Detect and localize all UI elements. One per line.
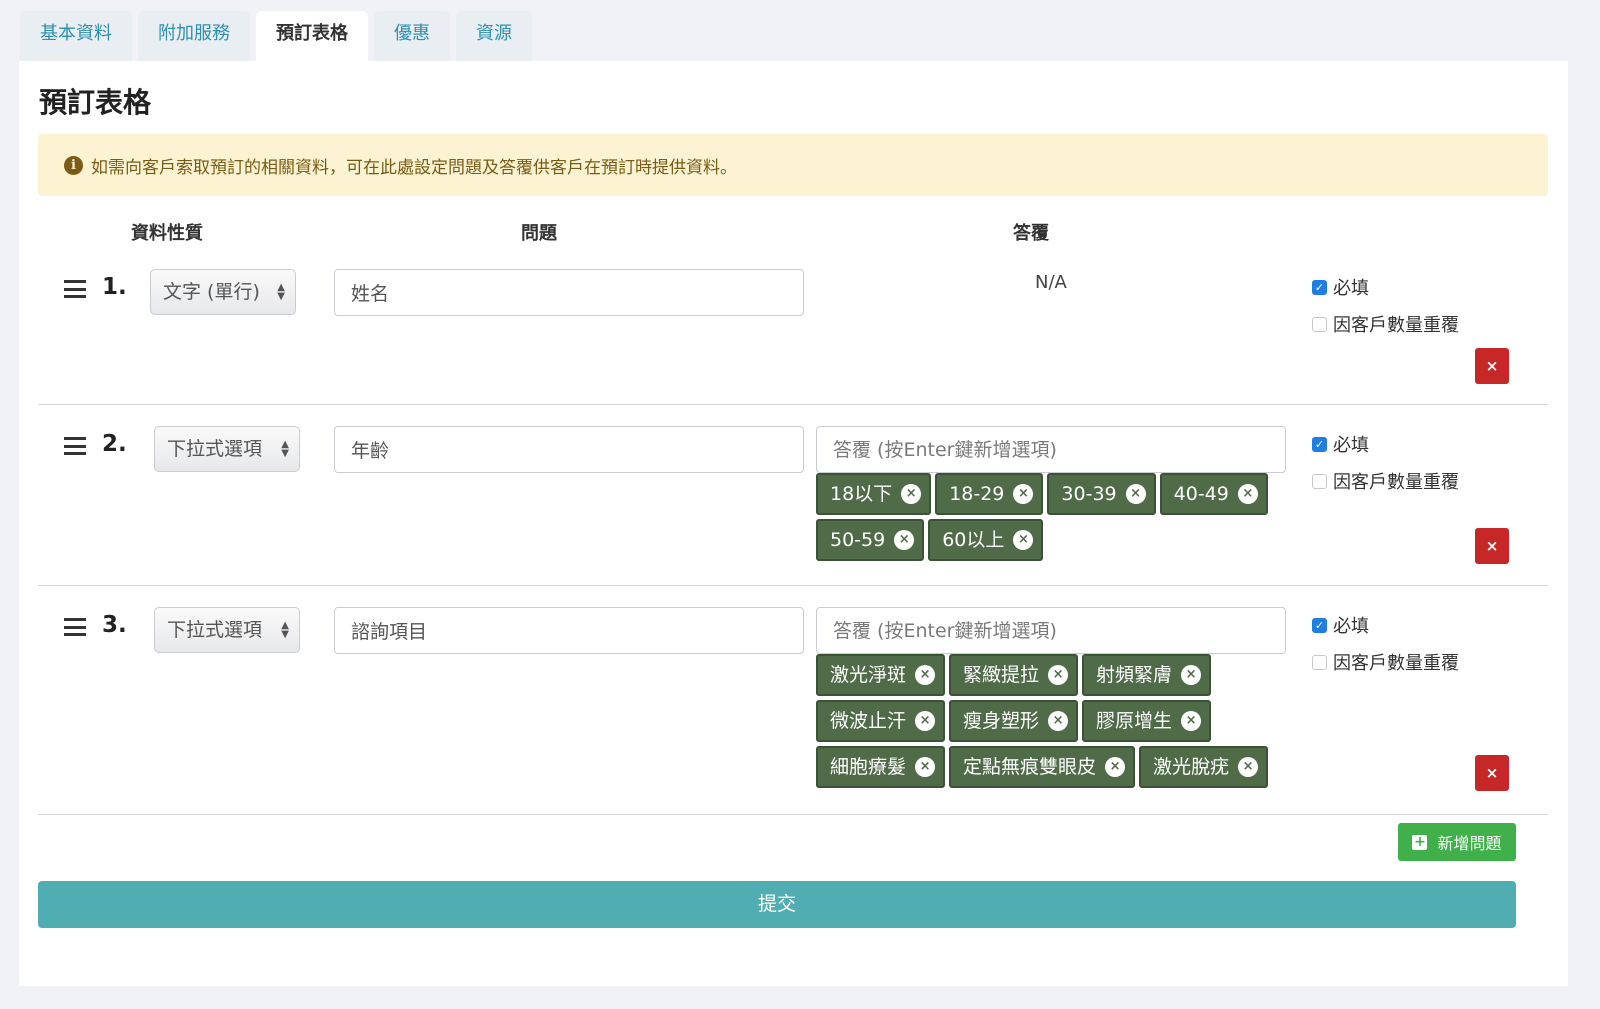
option-tag: 40-49 × xyxy=(1159,473,1268,515)
column-header-answer: 答覆 xyxy=(1013,223,1049,244)
row-number: 2. xyxy=(102,431,127,457)
repeat-label: 因客戶數量重覆 xyxy=(1333,472,1459,493)
tab-resources[interactable]: 資源 xyxy=(456,11,532,61)
checkbox-checked-icon[interactable]: ✓ xyxy=(1312,617,1327,633)
select-arrows-icon: ▲ ▼ xyxy=(277,282,285,302)
answer-input[interactable] xyxy=(816,426,1286,473)
tab-bar: 基本資料 附加服務 預訂表格 優惠 資源 xyxy=(20,11,538,61)
answer-input[interactable] xyxy=(816,607,1286,654)
required-checkbox[interactable]: ✓ 必填 xyxy=(1312,431,1369,457)
select-arrows-icon: ▲ ▼ xyxy=(281,620,289,640)
remove-option-icon[interactable]: × xyxy=(1181,665,1202,685)
remove-option-icon[interactable]: × xyxy=(1181,711,1202,731)
drag-handle-icon[interactable] xyxy=(64,280,86,298)
type-select[interactable]: 下拉式選項 ▲ ▼ xyxy=(154,426,300,472)
question-input[interactable] xyxy=(334,426,804,473)
remove-option-icon[interactable]: × xyxy=(1238,757,1259,777)
tab-offers[interactable]: 優惠 xyxy=(374,11,450,61)
question-input[interactable] xyxy=(334,269,804,316)
option-tag: 18-29 × xyxy=(935,473,1044,515)
required-checkbox[interactable]: ✓ 必填 xyxy=(1312,274,1369,300)
remove-option-icon[interactable]: × xyxy=(1013,484,1034,504)
info-alert: i 如需向客戶索取預訂的相關資料，可在此處設定問題及答覆供客戶在預訂時提供資料。 xyxy=(38,134,1548,196)
drag-handle-icon[interactable] xyxy=(64,437,86,455)
remove-option-icon[interactable]: × xyxy=(1125,484,1146,504)
remove-option-icon[interactable]: × xyxy=(1048,665,1069,685)
required-checkbox[interactable]: ✓ 必填 xyxy=(1312,612,1369,638)
tab-basic-info[interactable]: 基本資料 xyxy=(20,11,132,61)
type-select[interactable]: 下拉式選項 ▲ ▼ xyxy=(154,607,300,653)
tab-add-on-services[interactable]: 附加服務 xyxy=(138,11,250,61)
checkbox-checked-icon[interactable]: ✓ xyxy=(1312,436,1327,452)
delete-question-button[interactable]: × xyxy=(1475,528,1509,564)
type-select-value: 下拉式選項 xyxy=(167,619,263,641)
plus-icon: + xyxy=(1412,833,1428,850)
repeat-label: 因客戶數量重覆 xyxy=(1333,315,1459,336)
option-tag: 激光脫疣 × xyxy=(1139,746,1269,788)
remove-option-icon[interactable]: × xyxy=(915,711,936,731)
remove-option-icon[interactable]: × xyxy=(1048,711,1069,731)
repeat-label: 因客戶數量重覆 xyxy=(1333,653,1459,674)
option-tag: 18以下 × xyxy=(816,473,932,515)
submit-button[interactable]: 提交 xyxy=(38,881,1516,928)
row-number: 1. xyxy=(102,274,127,300)
delete-question-button[interactable]: × xyxy=(1475,755,1509,791)
page-title: 預訂表格 xyxy=(39,86,152,119)
answer-not-applicable: N/A xyxy=(1035,272,1067,293)
question-row-2: 2. 下拉式選項 ▲▼ 18以下× 18-29× 30-39× 40-49× 5… xyxy=(38,405,1548,586)
option-tag: 50-59 × xyxy=(816,519,925,561)
drag-handle-icon[interactable] xyxy=(64,618,86,636)
tab-booking-form[interactable]: 預訂表格 xyxy=(256,11,368,61)
required-label: 必填 xyxy=(1333,435,1369,456)
option-tag: 瘦身塑形 × xyxy=(949,700,1079,742)
remove-option-icon[interactable]: × xyxy=(894,530,915,550)
question-input[interactable] xyxy=(334,607,804,654)
option-tag: 定點無痕雙眼皮 × xyxy=(949,746,1136,788)
question-row-1: 1. 文字 (單行) ▲▼ N/A ✓ 必填 因客戶數量重覆 × xyxy=(38,256,1548,405)
delete-question-button[interactable]: × xyxy=(1475,348,1509,384)
checkbox-checked-icon[interactable]: ✓ xyxy=(1312,279,1327,295)
type-select-value: 下拉式選項 xyxy=(167,438,263,460)
repeat-checkbox[interactable]: 因客戶數量重覆 xyxy=(1312,649,1459,675)
remove-option-icon[interactable]: × xyxy=(1105,757,1126,777)
checkbox-unchecked-icon[interactable] xyxy=(1312,654,1327,670)
add-question-label: 新增問題 xyxy=(1437,834,1502,853)
option-tag: 30-39 × xyxy=(1047,473,1156,515)
column-header-question: 問題 xyxy=(521,223,557,244)
answer-options: 激光淨斑 × 緊緻提拉 × 射頻緊膚 × 微波止汗 × 瘦身塑形 × 膠原增生 × 細胞療髮… xyxy=(816,654,1296,792)
remove-option-icon[interactable]: × xyxy=(915,757,936,777)
option-tag: 膠原增生 × xyxy=(1082,700,1212,742)
repeat-checkbox[interactable]: 因客戶數量重覆 xyxy=(1312,468,1459,494)
booking-form-panel: 預訂表格 i 如需向客戶索取預訂的相關資料，可在此處設定問題及答覆供客戶在預訂時… xyxy=(19,61,1568,986)
option-tag: 緊緻提拉 × xyxy=(949,654,1079,696)
info-icon: i xyxy=(64,155,83,175)
add-question-button[interactable]: + 新增問題 xyxy=(1398,823,1516,861)
alert-text: 如需向客戶索取預訂的相關資料，可在此處設定問題及答覆供客戶在預訂時提供資料。 xyxy=(91,157,737,178)
checkbox-unchecked-icon[interactable] xyxy=(1312,473,1327,489)
type-select[interactable]: 文字 (單行) ▲ ▼ xyxy=(150,269,296,315)
remove-option-icon[interactable]: × xyxy=(915,665,936,685)
answer-options: 18以下 × 18-29 × 30-39 × 40-49 × 50-59 × 60以上 × xyxy=(816,473,1296,565)
remove-option-icon[interactable]: × xyxy=(1237,484,1258,504)
column-header-type: 資料性質 xyxy=(131,223,203,244)
option-tag: 微波止汗 × xyxy=(816,700,946,742)
remove-option-icon[interactable]: × xyxy=(1013,530,1034,550)
option-tag: 60以上 × xyxy=(928,519,1044,561)
option-tag: 激光淨斑 × xyxy=(816,654,946,696)
required-label: 必填 xyxy=(1333,278,1369,299)
row-number: 3. xyxy=(102,612,127,638)
question-row-3: 3. 下拉式選項 ▲▼ 激光淨斑× 緊緻提拉× 射頻緊膚× 微波止汗× 瘦身塑形… xyxy=(38,586,1548,815)
required-label: 必填 xyxy=(1333,616,1369,637)
option-tag: 細胞療髮 × xyxy=(816,746,946,788)
select-arrows-icon: ▲ ▼ xyxy=(281,439,289,459)
type-select-value: 文字 (單行) xyxy=(163,281,260,303)
option-tag: 射頻緊膚 × xyxy=(1082,654,1212,696)
repeat-checkbox[interactable]: 因客戶數量重覆 xyxy=(1312,311,1459,337)
checkbox-unchecked-icon[interactable] xyxy=(1312,316,1327,332)
remove-option-icon[interactable]: × xyxy=(901,484,922,504)
